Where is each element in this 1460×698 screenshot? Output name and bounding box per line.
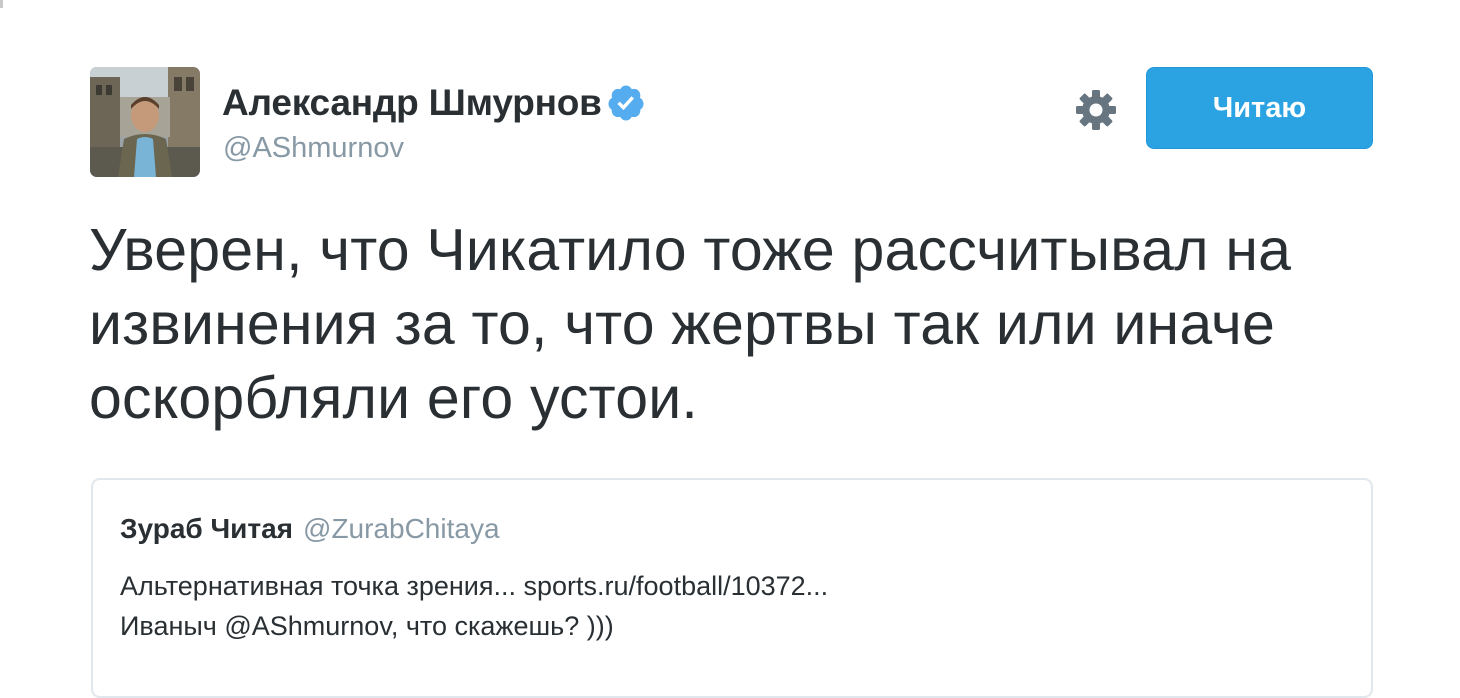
- tweet-text-line: оскорбляли его устои.: [89, 365, 699, 431]
- corner-mark: [0, 0, 3, 8]
- gear-icon[interactable]: [1073, 87, 1119, 133]
- quoted-tweet-header: Зураб Читая @ZurabChitaya: [120, 513, 500, 545]
- author-name-row[interactable]: Александр Шмурнов: [222, 80, 646, 126]
- tweet-text: Уверен, что Чикатило тоже рассчитывал на…: [89, 213, 1389, 435]
- follow-button[interactable]: Читаю: [1146, 67, 1373, 149]
- avatar[interactable]: [90, 67, 200, 177]
- quoted-author-name: Зураб Читая: [120, 513, 294, 544]
- tweet-text-line: извинения за то, что жертвы так или инач…: [89, 291, 1275, 357]
- quoted-tweet-text: Альтернативная точка зрения... sports.ru…: [120, 566, 828, 646]
- quoted-text-line: Альтернативная точка зрения... sports.ru…: [120, 571, 829, 601]
- tweet: Александр Шмурнов @AShmurnov Читаю Увере…: [0, 0, 1460, 698]
- author-username[interactable]: @AShmurnov: [223, 132, 404, 165]
- verified-badge-icon: [606, 83, 646, 123]
- quoted-text-line: Иваныч @AShmurnov, что скажешь? ))): [120, 611, 614, 641]
- author-name[interactable]: Александр Шмурнов: [222, 82, 602, 124]
- quoted-author-username: @ZurabChitaya: [303, 513, 500, 544]
- quoted-tweet-card[interactable]: Зураб Читая @ZurabChitaya Альтернативная…: [91, 478, 1373, 698]
- tweet-text-line: Уверен, что Чикатило тоже рассчитывал на: [89, 217, 1292, 283]
